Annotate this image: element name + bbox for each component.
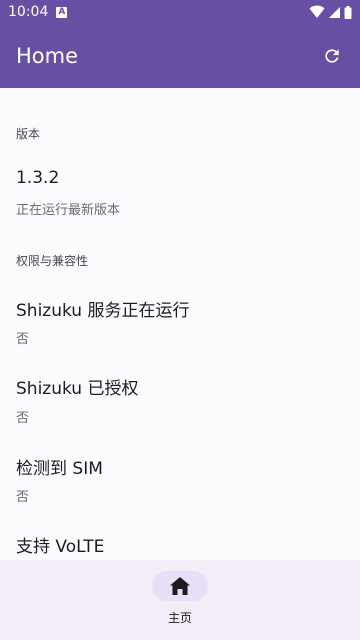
notification-icon: A xyxy=(56,6,68,18)
wifi-icon xyxy=(309,5,325,18)
battery-icon xyxy=(344,5,352,19)
item-title: 支持 VoLTE xyxy=(16,537,105,557)
item-title: 检测到 SIM xyxy=(16,459,103,479)
signal-icon xyxy=(329,6,340,18)
section-header-version: 版本 xyxy=(16,127,41,141)
list-item-shizuku-running[interactable]: Shizuku 服务正在运行 否 xyxy=(0,282,360,354)
app-bar: Home xyxy=(0,24,360,88)
nav-label-home[interactable]: 主页 xyxy=(0,609,360,626)
item-title: 1.3.2 xyxy=(16,168,60,188)
item-summary: 否 xyxy=(16,411,30,426)
item-title: Shizuku 服务正在运行 xyxy=(16,301,190,321)
list-item-volte-support[interactable]: 支持 VoLTE xyxy=(0,520,360,560)
bottom-navigation: 主页 xyxy=(0,560,360,640)
list-item-version[interactable]: 1.3.2 正在运行最新版本 xyxy=(0,156,360,218)
item-summary: 否 xyxy=(16,490,30,505)
item-title: Shizuku 已授权 xyxy=(16,379,139,399)
status-bar: 10:04 A xyxy=(0,0,360,24)
item-summary: 否 xyxy=(16,332,30,347)
status-time: 10:04 xyxy=(8,4,49,20)
preference-list: 版本 1.3.2 正在运行最新版本 权限与兼容性 Shizuku 服务正在运行 … xyxy=(0,88,360,560)
item-summary: 正在运行最新版本 xyxy=(16,203,121,218)
refresh-button[interactable] xyxy=(316,40,348,72)
list-item-shizuku-authorized[interactable]: Shizuku 已授权 否 xyxy=(0,362,360,434)
refresh-icon xyxy=(325,49,339,63)
section-header-permissions: 权限与兼容性 xyxy=(16,254,89,268)
home-icon xyxy=(170,577,190,595)
page-title: Home xyxy=(16,44,79,68)
status-icons xyxy=(309,5,352,19)
nav-item-home[interactable] xyxy=(152,571,208,601)
list-item-sim-detected[interactable]: 检测到 SIM 否 xyxy=(0,440,360,512)
